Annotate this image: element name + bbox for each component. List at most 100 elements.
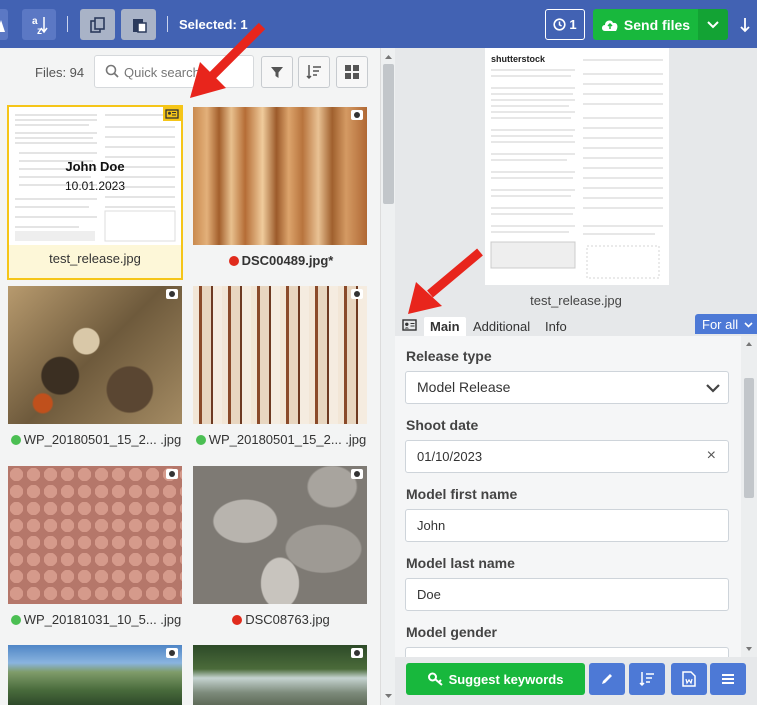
camera-icon: [166, 289, 178, 299]
chevron-down-icon: [706, 384, 720, 393]
last-name-label: Model last name: [406, 555, 515, 571]
status-dot-green: [10, 435, 21, 445]
top-toolbar: a z Selected: 1 1 Send files: [0, 0, 757, 48]
scrollbar-thumb[interactable]: [744, 378, 754, 498]
waterfall-photo: [193, 645, 367, 705]
last-name-input[interactable]: Doe: [405, 578, 729, 611]
annotation-arrow: [408, 248, 483, 314]
thumbnail-card[interactable]: WP_20181031_10_5... .jpg: [8, 466, 184, 641]
key-icon: [427, 672, 443, 686]
svg-text:z: z: [37, 26, 42, 35]
grid-view-button[interactable]: [336, 56, 368, 88]
sort-button[interactable]: [298, 56, 330, 88]
release-type-label: Release type: [406, 348, 492, 364]
release-type-value: Model Release: [417, 379, 511, 395]
thumbnail-filename: DSC00489.jpg*: [193, 253, 369, 268]
shoot-date-label: Shoot date: [406, 417, 479, 433]
files-count: Files: 94: [35, 65, 85, 80]
overlay-shoot-date: 10.01.2023: [64, 179, 126, 193]
scope-dropdown[interactable]: For all: [695, 314, 757, 334]
form-scrollbar[interactable]: [741, 336, 757, 657]
toolbar-separator: [167, 16, 168, 32]
file-browser-panel: Files: 94 Quick search John Doe 10.01.20…: [0, 48, 380, 705]
wood-photo: [193, 107, 367, 245]
status-dot-green: [195, 435, 206, 445]
grey-stones-photo: [193, 466, 367, 604]
suggest-keywords-button[interactable]: Suggest keywords: [406, 663, 585, 695]
file-list-scrollbar[interactable]: [380, 48, 395, 705]
clock-icon: [553, 18, 566, 31]
action-bar: Suggest keywords: [395, 657, 757, 705]
clear-date-icon[interactable]: ×: [707, 447, 716, 465]
thumbnail-card[interactable]: John Doe 10.01.2023 test_release.jpg: [7, 105, 183, 280]
gender-label: Model gender: [406, 624, 498, 640]
thumbnail-filename: test_release.jpg: [49, 251, 141, 266]
metadata-form: Release type Model Release Shoot date 01…: [395, 336, 741, 657]
first-name-input[interactable]: John: [405, 509, 729, 542]
history-button[interactable]: 1: [545, 9, 585, 40]
send-files-label: Send files: [623, 16, 691, 33]
release-type-select[interactable]: Model Release: [405, 371, 729, 404]
scroll-down-icon: [746, 647, 752, 651]
thumbnail-card[interactable]: [8, 645, 184, 705]
paste-button[interactable]: [121, 9, 156, 40]
camera-icon: [351, 289, 363, 299]
thumbnail-card[interactable]: WP_20180501_15_2... .jpg: [8, 286, 184, 461]
thumbnail-card[interactable]: WP_20180501_15_2... .jpg: [193, 286, 369, 461]
document-icon: [682, 671, 696, 687]
thumbnail-card[interactable]: [193, 645, 369, 705]
shoot-date-input[interactable]: 01/10/2023 ×: [405, 440, 729, 473]
camera-icon: [351, 469, 363, 479]
scrollbar-thumb[interactable]: [383, 64, 394, 204]
thumbnail-filename: WP_20180501_15_2... .jpg: [193, 432, 369, 447]
status-dot-red: [232, 615, 243, 625]
copy-button[interactable]: [80, 9, 115, 40]
toolbar-left-button[interactable]: [0, 9, 8, 40]
sort-keywords-button[interactable]: [629, 663, 665, 695]
last-name-value: Doe: [417, 587, 441, 602]
shoot-date-value: 01/10/2023: [417, 449, 483, 464]
thumbnail-card[interactable]: DSC08763.jpg: [193, 466, 369, 641]
hamburger-icon: [722, 674, 734, 684]
status-dot-green: [10, 615, 21, 625]
gender-select[interactable]: [405, 647, 729, 657]
search-icon: [105, 64, 119, 78]
arrow-down-icon: [740, 17, 750, 32]
sort-icon: [306, 65, 321, 80]
camera-icon: [351, 110, 363, 120]
cloud-upload-icon: [601, 20, 618, 31]
first-name-value: John: [417, 518, 446, 533]
thumbnail-filename-text: WP_20181031_10_5... .jpg: [23, 612, 182, 627]
camera-icon: [166, 469, 178, 479]
thumbnail-filename: WP_20181031_10_5... .jpg: [8, 612, 184, 627]
document-button[interactable]: [671, 663, 707, 695]
send-files-button[interactable]: Send files: [593, 9, 698, 40]
pencil-icon: [602, 674, 612, 684]
thumbnail-filename-text: DSC00489.jpg*: [241, 253, 334, 268]
cobblestones-photo: [8, 466, 182, 604]
chevron-down-icon: [707, 20, 719, 28]
sort-icon: [639, 672, 654, 687]
send-options-button[interactable]: [698, 9, 728, 40]
history-count: 1: [569, 17, 577, 32]
first-name-label: Model first name: [406, 486, 518, 502]
download-button[interactable]: [736, 9, 754, 40]
rock-strata-photo: [193, 286, 367, 424]
copy-icon: [89, 16, 105, 33]
thumbnail-filename-text: WP_20180501_15_2... .jpg: [208, 432, 367, 447]
toolbar-separator: [67, 16, 68, 32]
paste-icon: [132, 18, 147, 33]
id-card-icon: [165, 109, 179, 119]
scroll-up-icon: [385, 55, 392, 59]
thumbnail-card[interactable]: DSC00489.jpg*: [193, 107, 369, 282]
thumbnail-filename: DSC08763.jpg: [193, 612, 369, 627]
sort-az-icon: a z: [32, 16, 48, 35]
mountain-photo: [8, 645, 182, 705]
release-form-preview: [490, 59, 663, 279]
model-release-badge: [163, 107, 181, 121]
sort-az-button[interactable]: a z: [22, 9, 56, 40]
edit-button[interactable]: [589, 663, 625, 695]
pebbles-water-photo: [8, 286, 182, 424]
camera-icon: [166, 648, 178, 658]
menu-button[interactable]: [710, 663, 746, 695]
